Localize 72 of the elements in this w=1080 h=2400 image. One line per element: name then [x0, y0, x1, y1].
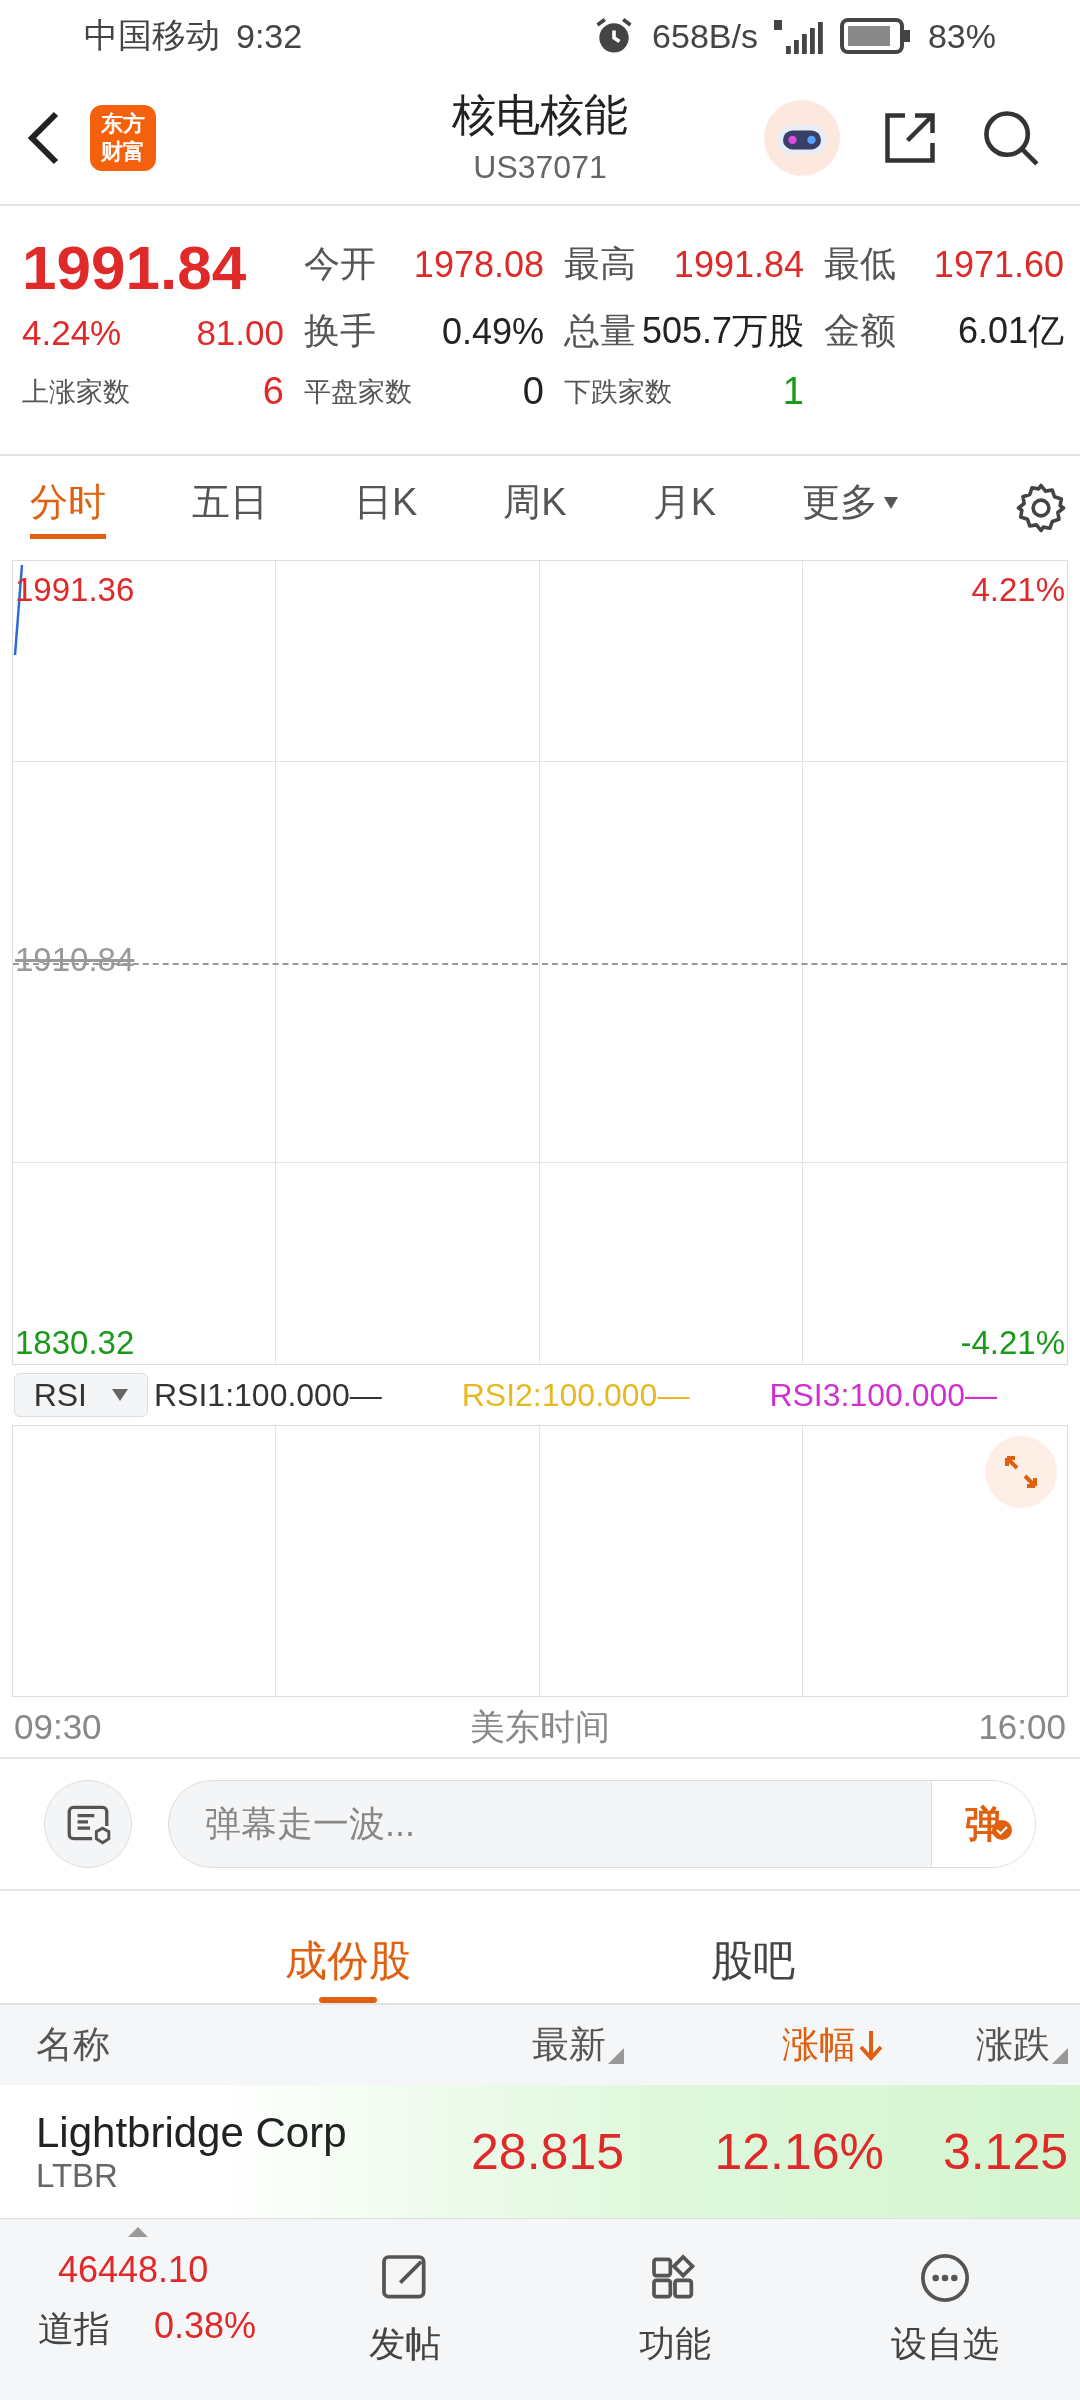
breadth-label: 下跌家数 [564, 375, 672, 409]
time-label: 09:30 [14, 1707, 102, 1747]
nav-button[interactable]: 设自选 [810, 2249, 1080, 2370]
index-price: 1991.84 [22, 232, 248, 303]
time-label: 16:00 [978, 1707, 1066, 1747]
breadth-label: 平盘家数 [304, 375, 412, 409]
stat-label: 金额 [824, 309, 896, 353]
column-header[interactable]: 涨跌 [976, 2020, 1080, 2070]
change-amount: 81.00 [196, 313, 284, 353]
app-logo: 东方 财富 [90, 105, 156, 171]
stat-label: 最高 [564, 242, 636, 286]
breadth-count: 1 [782, 370, 804, 413]
chart-tab[interactable]: 更多 [802, 477, 899, 539]
stat-value: 1978.08 [413, 243, 544, 286]
nav-button[interactable]: 功能 [540, 2249, 810, 2370]
indicator-value: RSI2:100.000— [461, 1376, 690, 1414]
signal-icon [773, 18, 824, 54]
indicator-select[interactable]: RSI [14, 1373, 148, 1417]
index-change: 0.38% [154, 2305, 257, 2348]
axis-label: -4.21% [960, 1324, 1065, 1362]
list-tab[interactable]: 成份股 [285, 1933, 411, 2003]
chart-tab[interactable]: 分时 [30, 477, 106, 539]
battery-level: 83% [927, 16, 996, 56]
timezone-label: 美东时间 [470, 1705, 610, 1748]
carrier-name: 中国移动 [84, 15, 220, 56]
column-header[interactable]: 名称 [36, 2020, 110, 2070]
battery-icon [839, 18, 912, 54]
change-percent: 12.16% [714, 2122, 885, 2181]
stat-label: 换手 [304, 309, 376, 353]
column-header[interactable]: 最新 [532, 2020, 636, 2070]
robot-avatar-icon[interactable] [764, 100, 840, 176]
indicator-value: RSI1:100.000— [154, 1376, 382, 1414]
caret-icon [128, 2227, 148, 2237]
sort-icon [608, 2048, 624, 2064]
sort-icon [1052, 2048, 1068, 2064]
latest-price: 28.815 [471, 2122, 625, 2181]
stat-value: 6.01亿 [957, 309, 1064, 353]
stat-label: 总量 [564, 309, 636, 353]
settings-icon[interactable] [1014, 481, 1068, 535]
nav-button[interactable]: 发帖 [270, 2249, 540, 2370]
stat-value: 505.7万股 [641, 309, 804, 353]
breadth-count: 0 [522, 370, 544, 413]
chart-tab[interactable]: 五日 [192, 477, 268, 539]
index-name: 道指 [38, 2307, 110, 2351]
stat-value: 1971.60 [933, 243, 1064, 286]
stock-name: Lightbridge Corp [36, 2108, 348, 2157]
breadth-label: 上涨家数 [22, 375, 130, 409]
stat-label: 今开 [304, 242, 376, 286]
axis-label: 4.21% [971, 571, 1065, 609]
index-code: US37071 [473, 149, 607, 186]
stat-value: 0.49% [441, 310, 544, 353]
chart-tab[interactable]: 周K [503, 477, 567, 539]
axis-label: 1910.84 [15, 941, 135, 979]
caret-icon [884, 496, 899, 509]
change-percent: 4.24% [22, 313, 122, 353]
stat-value: 1991.84 [673, 243, 804, 286]
list-tab[interactable]: 股吧 [711, 1933, 795, 2003]
chart-tab[interactable]: 日K [354, 477, 418, 539]
network-speed: 658B/s [652, 16, 758, 56]
stock-row[interactable]: Lightbridge Corp LTBR 28.815 12.16% 3.125 [0, 2085, 1080, 2219]
index-value: 46448.10 [57, 2249, 210, 2291]
axis-label: 1830.32 [15, 1324, 135, 1362]
chart-tab[interactable]: 月K [652, 477, 717, 539]
page-title: 核电核能 [452, 89, 628, 141]
caret-icon [112, 1389, 129, 1401]
clock-time: 9:32 [236, 16, 303, 56]
stat-label: 最低 [824, 242, 896, 286]
stock-code: LTBR [36, 2156, 119, 2195]
change-amount: 3.125 [942, 2122, 1069, 2181]
breadth-count: 6 [262, 370, 284, 413]
indicator-value: RSI3:100.000— [769, 1376, 998, 1414]
expand-icon[interactable] [985, 1436, 1057, 1508]
